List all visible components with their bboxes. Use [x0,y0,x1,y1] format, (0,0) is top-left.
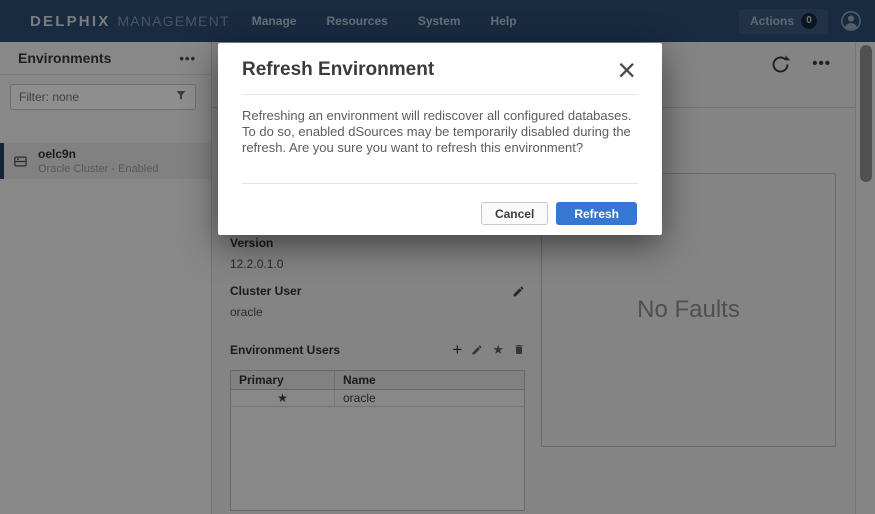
cancel-button[interactable]: Cancel [481,202,548,225]
refresh-environment-dialog: Refresh Environment × Refreshing an envi… [218,43,662,235]
refresh-button[interactable]: Refresh [556,202,637,225]
dialog-header: Refresh Environment × [242,43,638,95]
dialog-footer: Cancel Refresh [218,184,662,235]
dialog-title: Refresh Environment [242,59,434,81]
close-icon[interactable]: × [615,59,638,81]
dialog-body: Refreshing an environment will rediscove… [242,95,638,184]
dialog-message: Refreshing an environment will rediscove… [242,108,638,156]
